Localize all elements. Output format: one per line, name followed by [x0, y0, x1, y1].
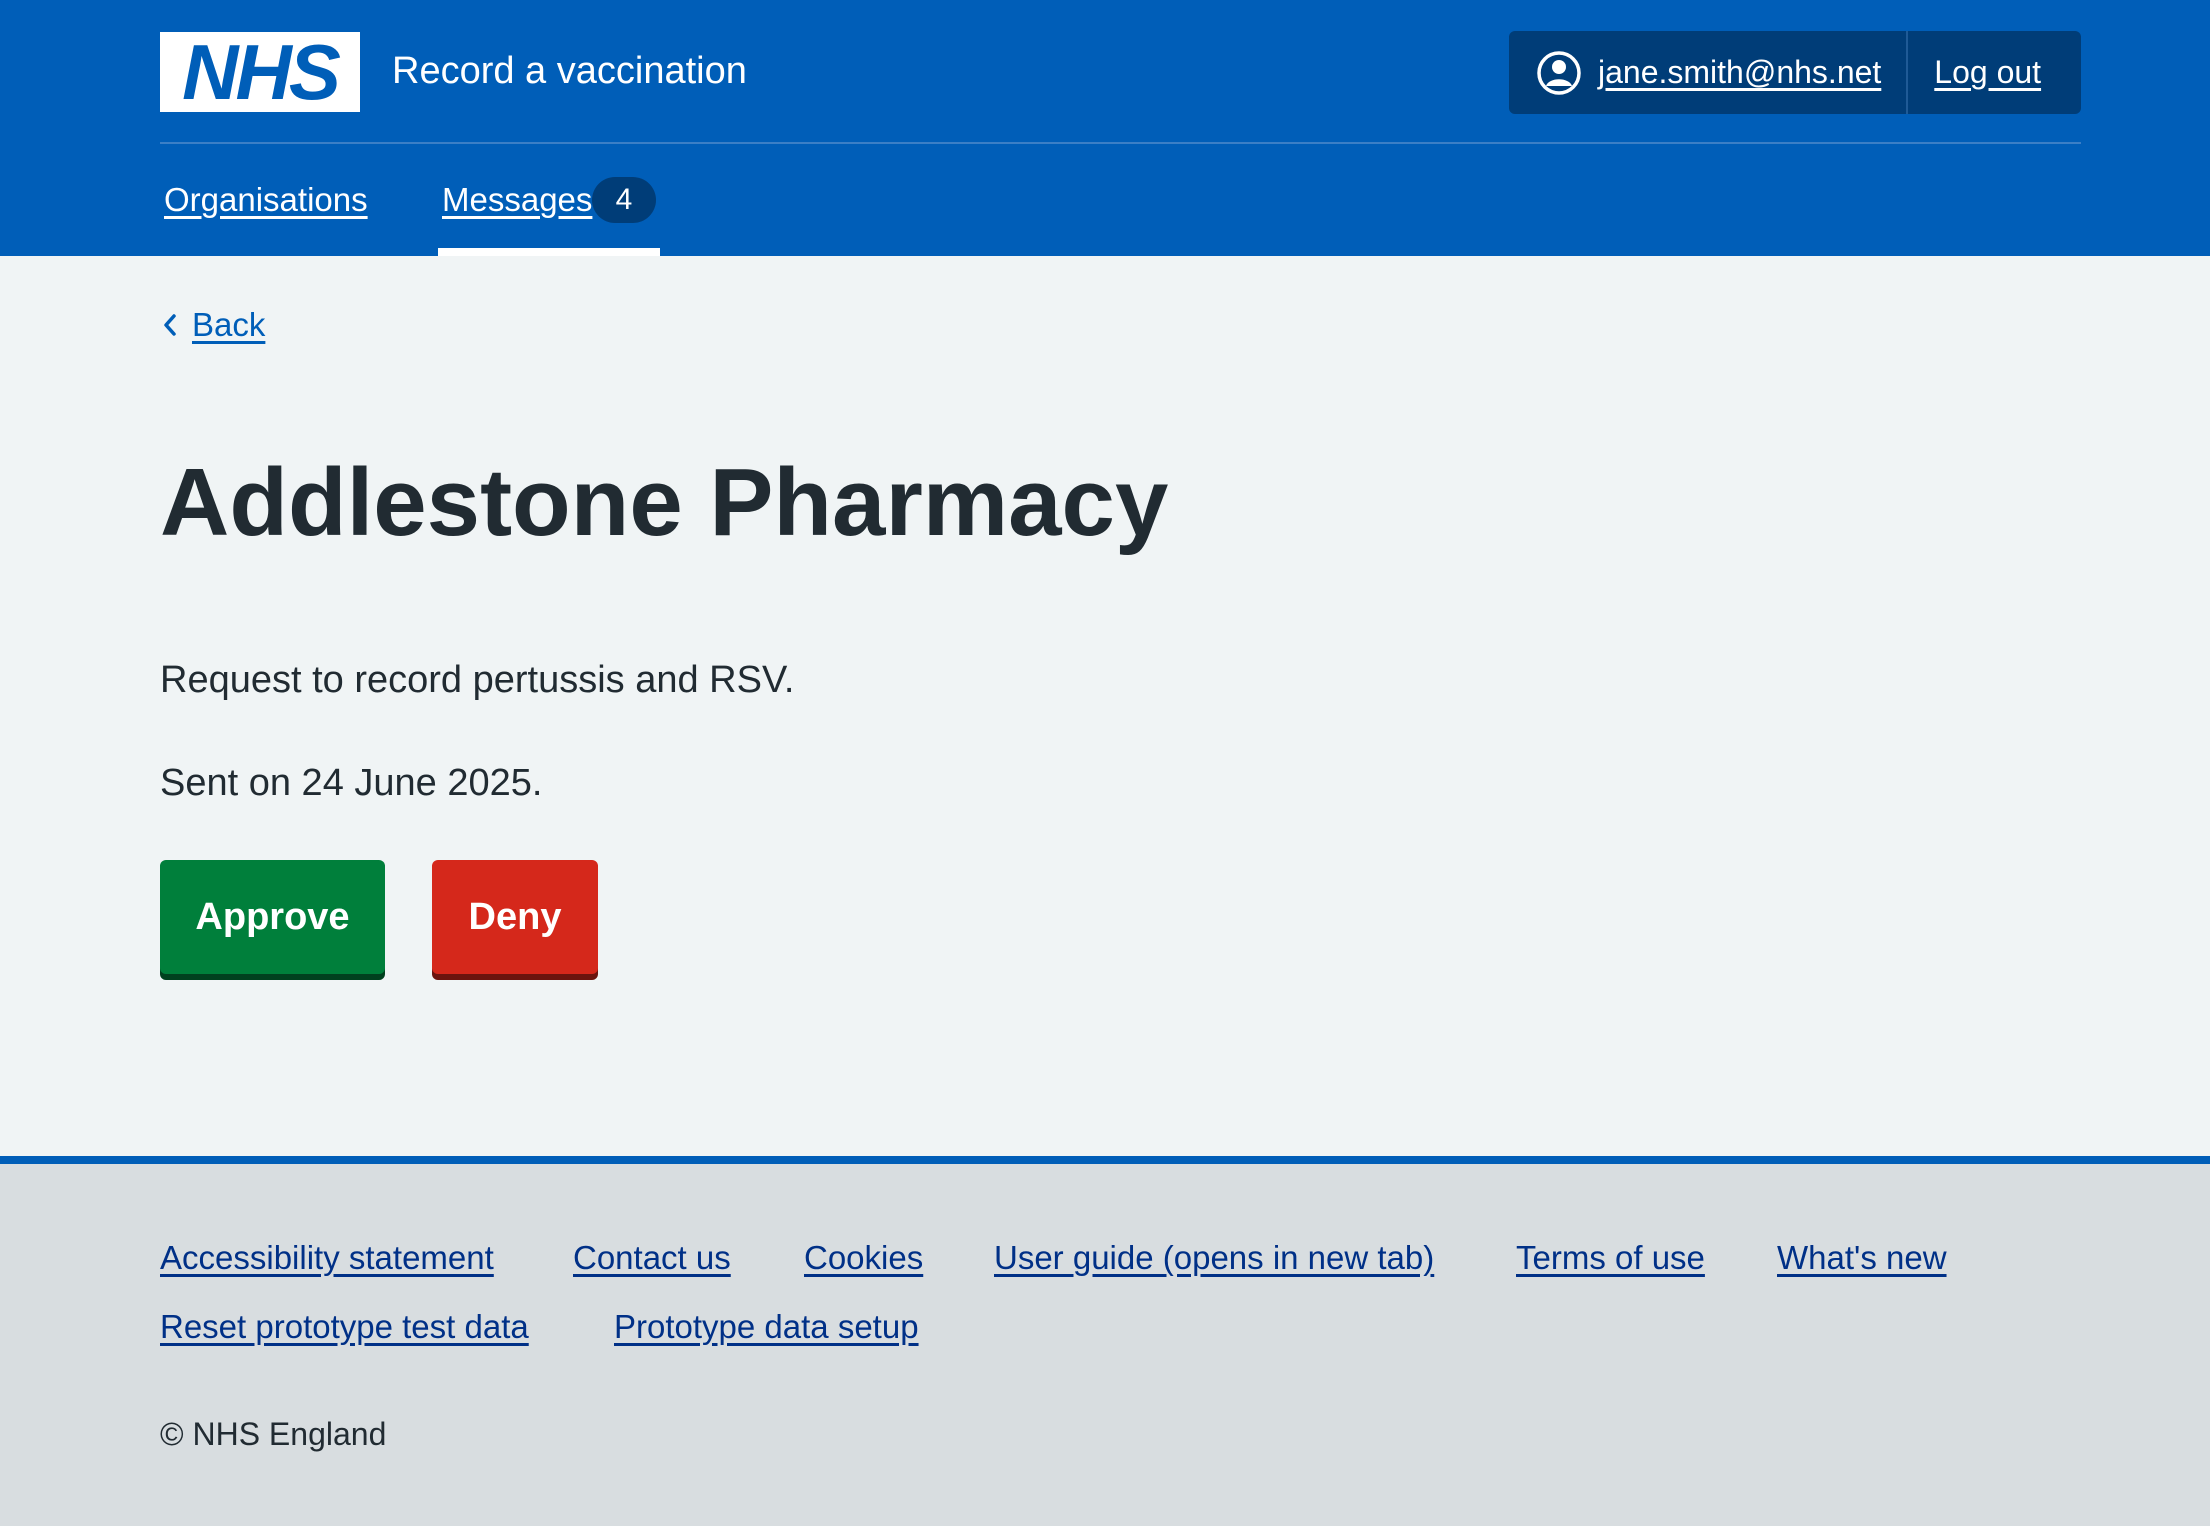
footer-link-data-setup[interactable]: Prototype data setup — [614, 1305, 919, 1349]
messages-count-badge: 4 — [592, 177, 656, 223]
back-link-label: Back — [192, 306, 266, 343]
site-header: NHS Record a vaccination jane.smith@nhs.… — [0, 0, 2210, 256]
footer-link-contact[interactable]: Contact us — [573, 1236, 731, 1280]
nhs-logo-text: NHS — [182, 28, 341, 116]
nhs-logo[interactable]: NHS — [160, 32, 360, 112]
user-circle-icon — [1537, 50, 1581, 95]
footer-link-cookies[interactable]: Cookies — [804, 1236, 923, 1280]
logout-link[interactable]: Log out — [1908, 54, 2041, 91]
nav-item-organisations[interactable]: Organisations — [164, 176, 368, 224]
footer-link-accessibility[interactable]: Accessibility statement — [160, 1236, 494, 1280]
nav-active-indicator — [438, 248, 660, 256]
page-title: Addlestone Pharmacy — [160, 449, 1169, 556]
account-panel: jane.smith@nhs.net Log out — [1509, 31, 2081, 114]
footer-link-user-guide[interactable]: User guide (opens in new tab) — [994, 1236, 1434, 1280]
account-user: jane.smith@nhs.net — [1509, 31, 1909, 114]
request-description: Request to record pertussis and RSV. — [160, 659, 795, 701]
deny-button[interactable]: Deny — [432, 860, 598, 974]
nav-item-messages[interactable]: Messages — [442, 176, 592, 224]
sent-date: Sent on 24 June 2025. — [160, 762, 543, 804]
footer-link-terms[interactable]: Terms of use — [1516, 1236, 1705, 1280]
account-email-link[interactable]: jane.smith@nhs.net — [1598, 54, 1881, 91]
approve-button[interactable]: Approve — [160, 860, 385, 974]
footer-link-reset-data[interactable]: Reset prototype test data — [160, 1305, 529, 1349]
copyright-text: © NHS England — [160, 1416, 387, 1452]
service-name[interactable]: Record a vaccination — [392, 47, 747, 95]
chevron-left-icon — [164, 314, 176, 336]
footer-link-whats-new[interactable]: What's new — [1777, 1236, 1947, 1280]
back-link[interactable]: Back — [160, 306, 265, 344]
header-divider — [160, 142, 2081, 144]
